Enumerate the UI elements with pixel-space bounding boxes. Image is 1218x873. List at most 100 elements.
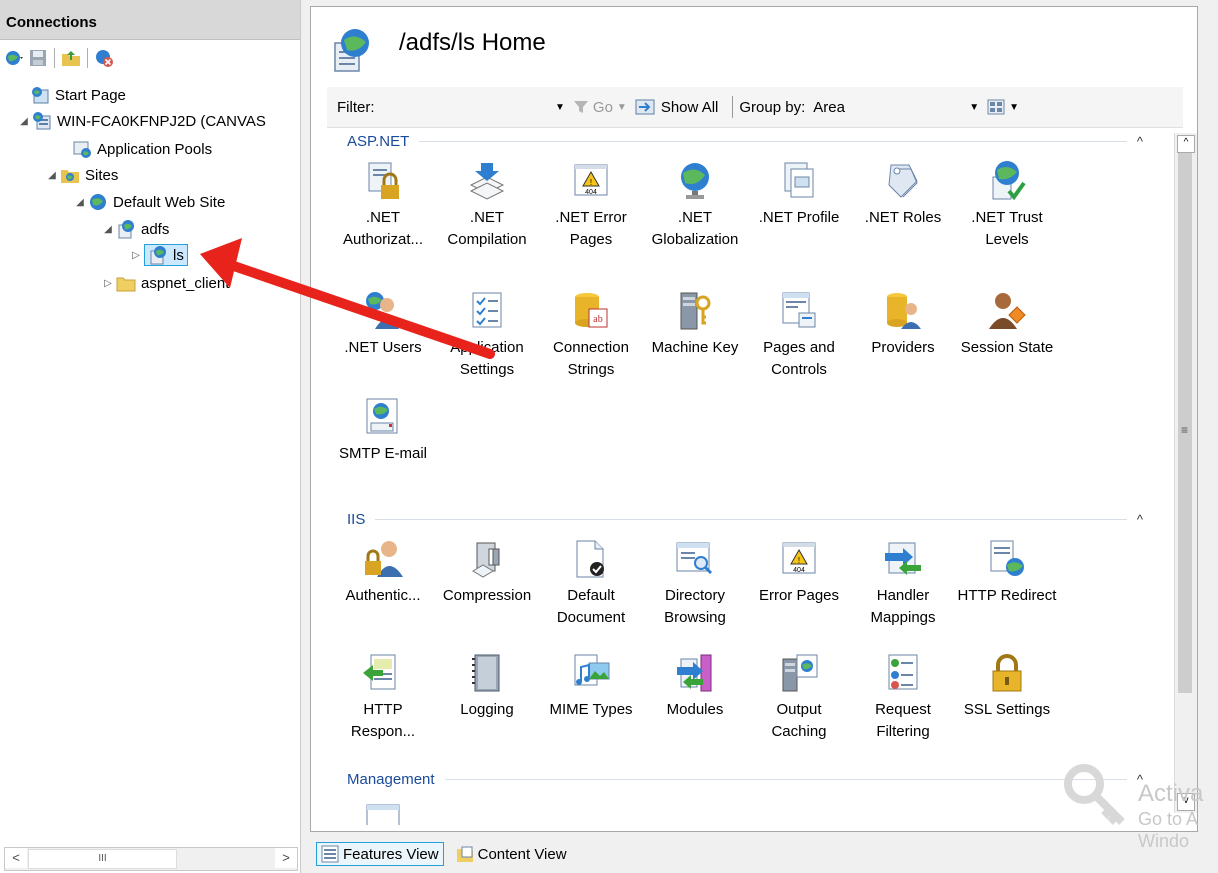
tree-item-server[interactable]: ◢ WIN-FCA0KFNPJ2D (CANVAS <box>18 110 266 132</box>
feature-application-settings[interactable]: Application Settings <box>435 289 539 381</box>
go-dropdown-arrow-icon[interactable]: ▼ <box>617 102 627 113</box>
feature-label: .NET Error Pages <box>555 209 627 248</box>
go-button[interactable]: Go ▼ <box>573 99 627 116</box>
expanded-arrow-icon[interactable]: ◢ <box>18 116 30 127</box>
collapsed-arrow-icon[interactable]: ▷ <box>130 250 142 261</box>
vertical-scrollbar[interactable]: ^ ≡ v <box>1174 133 1197 813</box>
group-by-dropdown-arrow-icon[interactable]: ▼ <box>969 102 979 113</box>
feature-handler-mappings[interactable]: Handler Mappings <box>851 537 955 629</box>
connect-globe-icon[interactable] <box>4 48 24 68</box>
content-view-tab[interactable]: Content View <box>452 842 571 866</box>
feature-label: .NET Trust Levels <box>971 209 1043 248</box>
show-all-label: Show All <box>660 98 719 116</box>
tree-item-label: Default Web Site <box>113 193 226 211</box>
view-tiles-icon <box>987 99 1005 115</box>
section-header-iis[interactable]: IIS ^ <box>347 511 1147 528</box>
collapsed-arrow-icon[interactable]: ▷ <box>102 278 114 289</box>
feature-label: Connection Strings <box>553 339 629 378</box>
feature-label: MIME Types <box>549 701 633 718</box>
scroll-thumb[interactable]: III <box>28 849 177 869</box>
feature-net-compilation[interactable]: .NET Compilation <box>435 159 539 251</box>
collapse-chevron-icon[interactable]: ^ <box>1137 134 1143 149</box>
feature-net-roles[interactable]: .NET Roles <box>851 159 955 229</box>
tree-item-label: aspnet_client <box>141 274 230 292</box>
feature-connection-strings[interactable]: ab Connection Strings <box>539 289 643 381</box>
tree-item-default-web-site[interactable]: ◢ Default Web Site <box>74 191 225 213</box>
toolbar-separator <box>87 48 88 68</box>
feature-pages-and-controls[interactable]: Pages and Controls <box>747 289 851 381</box>
feature-machine-key[interactable]: Machine Key <box>643 289 747 359</box>
tree-item-label: Application Pools <box>97 140 213 158</box>
scroll-up-button[interactable]: ^ <box>1177 135 1195 153</box>
selected-node[interactable]: ls <box>144 244 188 266</box>
tree-item-adfs[interactable]: ◢ adfs <box>102 218 169 240</box>
feature-label: Error Pages <box>758 587 840 604</box>
feature-net-error-pages[interactable]: ! 404 .NET Error Pages <box>539 159 643 251</box>
feature-ssl-settings[interactable]: SSL Settings <box>955 651 1059 721</box>
section-header-management[interactable]: Management ^ <box>347 771 1147 788</box>
profile-document-icon <box>784 162 814 198</box>
tree-item-label: ls <box>173 246 184 264</box>
features-view-tab[interactable]: Features View <box>316 842 444 866</box>
disconnect-icon[interactable] <box>94 48 114 68</box>
feature-error-pages[interactable]: ! 404 Error Pages <box>747 537 851 607</box>
expanded-arrow-icon[interactable]: ◢ <box>102 224 114 235</box>
collapse-chevron-icon[interactable]: ^ <box>1137 512 1143 527</box>
feature-label: Application Settings <box>450 339 524 378</box>
expanded-arrow-icon[interactable]: ◢ <box>46 170 58 181</box>
connections-toolbar <box>4 44 114 72</box>
feature-default-document[interactable]: Default Document <box>539 537 643 629</box>
tree-item-label: adfs <box>141 220 170 238</box>
feature-compression[interactable]: Compression <box>435 537 539 607</box>
feature-mime-types[interactable]: MIME Types <box>539 651 643 721</box>
save-icon[interactable] <box>28 48 48 68</box>
svg-text:ab: ab <box>593 314 602 325</box>
feature-net-users[interactable]: .NET Users <box>331 289 435 359</box>
feature-authentic[interactable]: Authentic... <box>331 537 435 607</box>
go-label: Go <box>592 98 613 116</box>
feature-label: .NET Users <box>344 339 422 356</box>
feature-net-authorizat[interactable]: .NET Authorizat... <box>331 159 435 251</box>
feature-smtp-e-mail[interactable]: SMTP E-mail <box>331 395 435 465</box>
filter-toolbar: Filter: ▼ Go ▼ Show All Group by: Area ▼… <box>327 87 1183 128</box>
feature-http-redirect[interactable]: HTTP Redirect <box>955 537 1059 607</box>
feature-net-globalization[interactable]: .NET Globalization <box>643 159 747 251</box>
feature-session-state[interactable]: Session State <box>955 289 1059 359</box>
tree-item-application-pools[interactable]: Application Pools <box>72 138 212 160</box>
document-check-icon <box>576 540 604 578</box>
expanded-arrow-icon[interactable]: ◢ <box>74 197 86 208</box>
feature-modules[interactable]: Modules <box>643 651 747 721</box>
horizontal-scrollbar[interactable]: < III > <box>4 847 298 871</box>
view-dropdown-arrow-icon[interactable]: ▼ <box>1009 102 1019 113</box>
management-feature-icon[interactable] <box>361 799 405 825</box>
feature-directory-browsing[interactable]: Directory Browsing <box>643 537 747 629</box>
tree-item-aspnet-client[interactable]: ▷ aspnet_client <box>102 272 229 294</box>
feature-net-trust-levels[interactable]: .NET Trust Levels <box>955 159 1059 251</box>
feature-output-caching[interactable]: Output Caching <box>747 651 851 743</box>
feature-request-filtering[interactable]: Request Filtering <box>851 651 955 743</box>
tree-item-ls[interactable]: ▷ ls <box>130 244 188 266</box>
group-by-select[interactable]: Area <box>813 99 961 116</box>
feature-label: Directory Browsing <box>664 587 726 626</box>
lock-user-icon <box>365 541 403 577</box>
filter-field[interactable]: Filter: <box>337 99 547 116</box>
up-folder-icon[interactable] <box>61 48 81 68</box>
tree-item-sites[interactable]: ◢ Sites <box>46 164 118 186</box>
scroll-left-button[interactable]: < <box>5 848 27 868</box>
users-globe-icon <box>366 292 399 329</box>
padlock-icon <box>992 654 1022 692</box>
section-header-asp-net[interactable]: ASP.NET ^ <box>347 133 1147 150</box>
filter-dropdown-arrow-icon[interactable]: ▼ <box>555 102 565 113</box>
tree-item-label: Sites <box>85 166 119 184</box>
show-all-button[interactable]: Show All <box>635 98 719 116</box>
feature-providers[interactable]: Providers <box>851 289 955 359</box>
view-mode-button[interactable]: ▼ <box>987 99 1019 115</box>
scroll-right-button[interactable]: > <box>275 848 297 868</box>
roles-tags-icon <box>888 164 918 198</box>
tree-item-start-page[interactable]: Start Page <box>30 84 126 106</box>
features-view-label: Features View <box>343 845 439 863</box>
feature-net-profile[interactable]: .NET Profile <box>747 159 851 229</box>
stack-down-arrow-icon <box>469 163 505 200</box>
feature-logging[interactable]: Logging <box>435 651 539 721</box>
feature-http-respon[interactable]: HTTP Respon... <box>331 651 435 743</box>
